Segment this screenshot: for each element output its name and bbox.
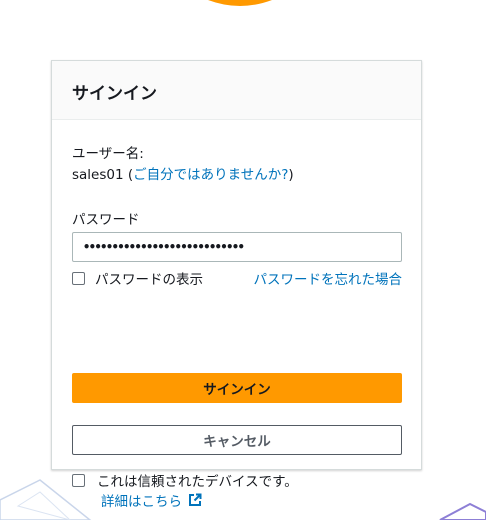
forgot-password-link[interactable]: パスワードを忘れた場合 <box>254 268 403 288</box>
details-row: 詳細はこちら <box>101 490 202 510</box>
not-you-link[interactable]: ご自分ではありませんか? <box>133 167 288 183</box>
username-line: sales01 (ご自分ではありませんか?) <box>72 163 294 183</box>
signin-card-header: サインイン <box>52 61 421 120</box>
signin-button[interactable]: サインイン <box>72 373 402 403</box>
password-field[interactable]: •••••••••••••••••••••••••••• <box>72 232 402 262</box>
not-you-open: ( <box>123 167 134 183</box>
show-password-checkbox[interactable] <box>72 271 85 285</box>
not-you-close: ) <box>288 167 294 183</box>
password-label: パスワード <box>72 212 140 228</box>
external-link-icon[interactable] <box>188 493 202 507</box>
username-label: ユーザー名: <box>72 146 144 162</box>
password-value: •••••••••••••••••••••••••••• <box>83 240 245 254</box>
trusted-device-row: これは信頼されたデバイスです。 <box>72 470 298 490</box>
trusted-device-label[interactable]: これは信頼されたデバイスです。 <box>97 470 298 490</box>
username-value: sales01 <box>72 167 124 183</box>
trusted-device-checkbox[interactable] <box>72 473 85 487</box>
show-password-row: パスワードの表示 パスワードを忘れた場合 <box>72 268 402 288</box>
details-link[interactable]: 詳細はこちら <box>101 490 182 510</box>
signin-title: サインイン <box>72 83 157 104</box>
signin-card: サインイン ユーザー名: sales01 (ご自分ではありませんか?) パスワー… <box>51 60 422 510</box>
background-decoration-top <box>208 0 272 6</box>
cancel-button[interactable]: キャンセル <box>72 425 402 455</box>
show-password-label[interactable]: パスワードの表示 <box>95 268 203 288</box>
